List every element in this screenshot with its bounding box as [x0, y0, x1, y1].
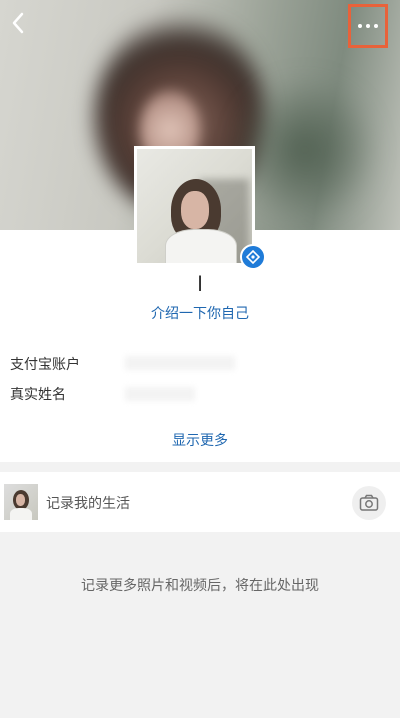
avatar[interactable]	[134, 146, 255, 266]
show-more-link[interactable]: 显示更多	[0, 430, 400, 450]
verified-glyph	[246, 250, 260, 264]
show-more-row: 显示更多	[0, 420, 400, 462]
empty-state-message: 记录更多照片和视频后，将在此处出现	[81, 578, 319, 594]
info-label-alipay-account: 支付宝账户	[10, 357, 80, 373]
account-info-card: 支付宝账户 真实姓名	[0, 338, 386, 416]
camera-button[interactable]	[352, 486, 386, 520]
more-dot	[374, 24, 378, 28]
life-record-row[interactable]: 记录我的生活	[0, 472, 400, 532]
info-label-real-name: 真实姓名	[10, 387, 66, 403]
camera-icon	[359, 494, 379, 511]
cover-blur-shadow	[235, 70, 375, 230]
life-thumbnail	[4, 484, 38, 520]
thumb-shirt	[10, 508, 32, 520]
avatar-face	[181, 191, 209, 229]
life-record-label: 记录我的生活	[46, 496, 130, 512]
thumb-face	[16, 494, 25, 506]
more-options-button[interactable]	[348, 4, 388, 48]
info-value-alipay-account	[125, 356, 235, 370]
info-value-real-name	[125, 387, 195, 401]
chevron-left-icon	[12, 12, 24, 34]
more-dot	[366, 24, 370, 28]
avatar-shirt	[165, 229, 237, 263]
profile-name: l	[197, 272, 203, 296]
more-dots-icon	[358, 24, 362, 28]
intro-link[interactable]: 介绍一下你自己	[0, 303, 400, 323]
back-button[interactable]	[4, 6, 34, 40]
verified-badge-icon	[240, 244, 266, 270]
